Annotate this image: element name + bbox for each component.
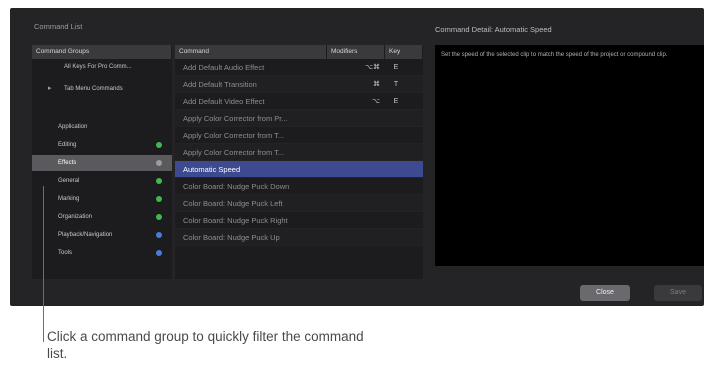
group-color-icon: [156, 178, 162, 184]
key-cell: T: [393, 81, 399, 88]
group-item-label: Tools: [58, 250, 73, 256]
command-groups-header[interactable]: Command Groups: [32, 45, 172, 59]
modifiers-cell: ⌘: [373, 81, 380, 88]
group-item-label: General: [58, 178, 80, 184]
group-item-label: Editing: [58, 142, 77, 148]
command-name: Add Default Audio Effect: [183, 63, 265, 72]
group-item-label: Playback/Navigation: [58, 232, 113, 238]
group-item-all-keys[interactable]: All Keys For Pro Comm...: [32, 59, 172, 75]
group-color-icon: [156, 214, 162, 220]
group-item-organization[interactable]: Organization: [32, 209, 172, 225]
table-row[interactable]: Color Board: Nudge Puck Right: [175, 212, 423, 229]
group-item-label: Tab Menu Commands: [64, 86, 123, 92]
disclosure-icon[interactable]: ▸: [48, 81, 52, 97]
command-name: Color Board: Nudge Puck Up: [183, 233, 280, 242]
table-row-selected[interactable]: Automatic Speed: [175, 161, 423, 178]
group-item-general[interactable]: General: [32, 173, 172, 189]
table-row[interactable]: Color Board: Nudge Puck Up: [175, 229, 423, 246]
command-editor-panel: Command List Command Detail: Automatic S…: [10, 8, 704, 306]
close-button[interactable]: Close: [580, 285, 630, 301]
group-item-label: Marking: [58, 196, 80, 202]
table-row[interactable]: Add Default Video Effect ⌥ E: [175, 93, 423, 110]
save-button[interactable]: Save: [654, 285, 702, 301]
command-groups-list[interactable]: Command Groups All Keys For Pro Comm... …: [32, 45, 172, 279]
group-item-tools[interactable]: Tools: [32, 245, 172, 261]
table-row[interactable]: Add Default Audio Effect ⌥⌘ E: [175, 59, 423, 76]
group-item-label: Application: [58, 124, 88, 130]
modifiers-cell: ⌥: [371, 98, 380, 105]
group-item-label: Effects: [58, 160, 77, 166]
group-item-label: All Keys For Pro Comm...: [64, 64, 132, 70]
command-name: Color Board: Nudge Puck Right: [183, 216, 288, 225]
command-name: Color Board: Nudge Puck Down: [183, 182, 290, 191]
group-item-label: Organization: [58, 214, 93, 220]
callout-text: Click a command group to quickly filter …: [47, 329, 364, 361]
group-color-icon: [156, 160, 162, 166]
table-row[interactable]: Apply Color Corrector from T...: [175, 127, 423, 144]
column-header-key[interactable]: Key: [385, 45, 423, 59]
modifiers-cell: ⌥⌘: [364, 64, 380, 71]
key-cell: E: [393, 64, 399, 71]
group-color-icon: [156, 250, 162, 256]
command-detail-box: Set the speed of the selected clip to ma…: [435, 45, 704, 266]
command-name: Color Board: Nudge Puck Left: [183, 199, 283, 208]
group-item-application[interactable]: Application: [32, 119, 172, 135]
table-row[interactable]: Apply Color Corrector from T...: [175, 144, 423, 161]
group-item-tab-menu-commands[interactable]: ▸ Tab Menu Commands: [32, 81, 172, 97]
callout-line: [43, 186, 44, 342]
group-item-effects[interactable]: Effects: [32, 155, 172, 171]
command-table[interactable]: Command Modifiers Key Add Default Audio …: [175, 45, 423, 279]
table-row[interactable]: Color Board: Nudge Puck Left: [175, 195, 423, 212]
command-name: Apply Color Corrector from T...: [183, 148, 285, 157]
group-item-editing[interactable]: Editing: [32, 137, 172, 153]
command-name: Add Default Video Effect: [183, 97, 265, 106]
column-header-modifiers[interactable]: Modifiers: [327, 45, 385, 59]
group-color-icon: [156, 142, 162, 148]
group-color-icon: [156, 232, 162, 238]
command-name: Apply Color Corrector from Pr...: [183, 114, 288, 123]
group-color-icon: [156, 196, 162, 202]
table-row[interactable]: Add Default Transition ⌘ T: [175, 76, 423, 93]
key-cell: E: [393, 98, 399, 105]
command-name: Apply Color Corrector from T...: [183, 131, 285, 140]
command-name: Automatic Speed: [183, 165, 241, 174]
table-row[interactable]: Apply Color Corrector from Pr...: [175, 110, 423, 127]
command-detail-text: Set the speed of the selected clip to ma…: [441, 52, 668, 58]
command-name: Add Default Transition: [183, 80, 257, 89]
column-header-command[interactable]: Command: [175, 45, 327, 59]
group-item-marking[interactable]: Marking: [32, 191, 172, 207]
table-row[interactable]: Color Board: Nudge Puck Down: [175, 178, 423, 195]
command-detail-title: Command Detail: Automatic Speed: [435, 25, 552, 34]
group-item-playback-navigation[interactable]: Playback/Navigation: [32, 227, 172, 243]
command-list-title: Command List: [34, 22, 83, 31]
